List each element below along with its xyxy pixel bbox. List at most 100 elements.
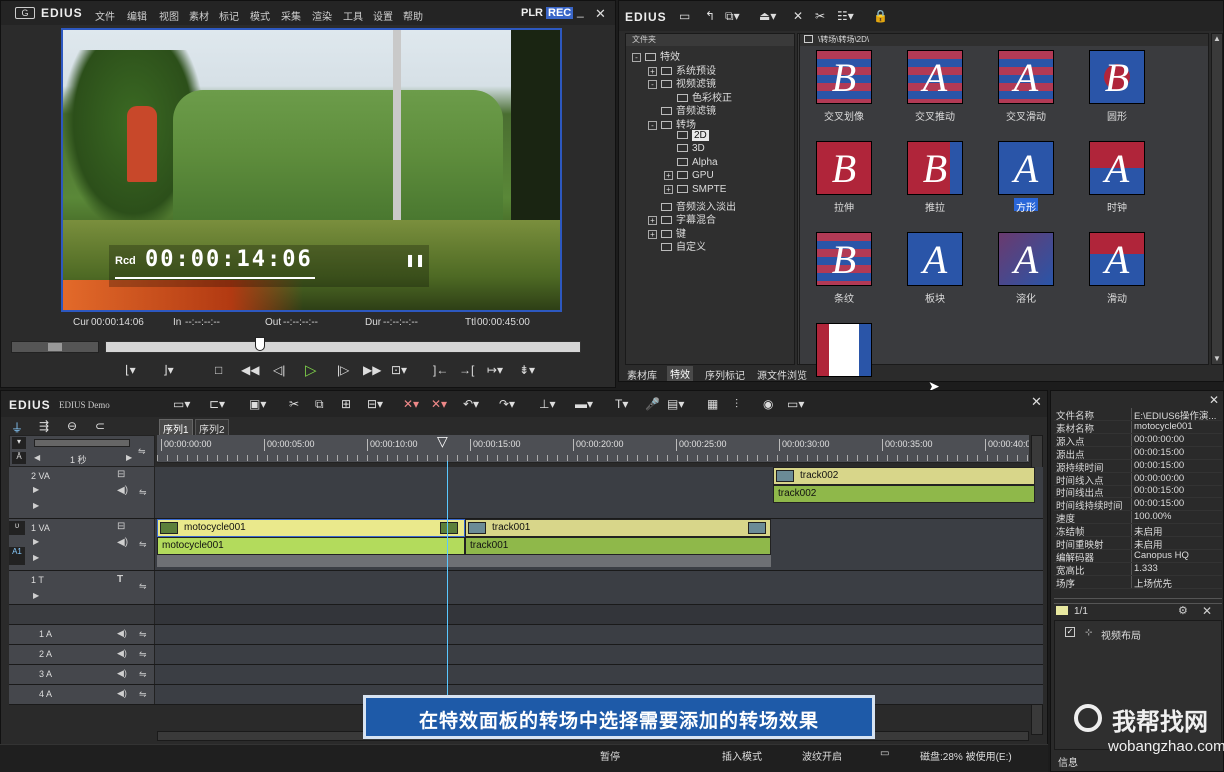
insert-to-timeline-icon[interactable]: ]← [433,363,448,377]
mixer-icon[interactable]: ▬▾ [575,397,593,411]
stop-icon[interactable]: □ [215,363,222,377]
loop-icon[interactable]: ⊡▾ [391,363,407,377]
tree-expander-icon[interactable]: - [648,80,657,90]
ripple-delete-icon[interactable]: ✕▾ [431,397,447,411]
effect-thumbnail-0[interactable]: B [816,50,872,104]
track-1va-video-icon[interactable]: ⊟ [117,521,125,532]
track-1a-header[interactable]: 1 A ◀) ⇋ [9,625,155,644]
scrub-handle[interactable] [255,337,266,351]
clip-track002-video[interactable]: track002 [773,467,1035,485]
track-3a-link-icon[interactable]: ⇋ [139,669,147,680]
clip-motocycle001-video[interactable]: motocycle001 [157,519,465,537]
effect-label-3[interactable]: 圆形 [1072,108,1162,123]
effect-label-8[interactable]: 条纹 [799,290,889,305]
effect-label-2[interactable]: 交叉滑动 [981,108,1071,123]
zoom-slider[interactable] [34,439,130,447]
effect-thumbnail-6[interactable]: A [998,141,1054,195]
status-monitor-icon[interactable]: ▭ [880,748,889,759]
rec-button[interactable]: REC [546,7,574,19]
redo-icon[interactable]: ↷▾ [499,397,515,411]
playhead-marker-icon[interactable]: ▽ [437,435,448,450]
view-mode-icon[interactable]: ☷▾ [837,9,854,23]
sync-lock-icon[interactable]: ⏚ [11,419,23,436]
track-1t-link-icon[interactable]: ⇋ [139,581,147,592]
apply-icon[interactable]: ⏏▾ [759,9,776,23]
tree-expander-icon[interactable]: + [664,185,673,194]
track-2va-video-icon[interactable]: ⊟ [117,469,125,480]
ruler-mode-icon[interactable]: ⇋ [138,446,146,457]
save-icon[interactable]: ▣▾ [249,397,266,411]
record-icon[interactable]: ◉ [763,397,773,411]
jog-slider[interactable] [11,341,99,353]
track-1va-link-icon[interactable]: ⇋ [139,539,147,550]
tab-bin[interactable]: 素材库 [627,367,657,382]
clip-track002-audio[interactable]: track002 [773,485,1035,503]
menu-item-tools[interactable]: 工具 [343,8,363,23]
tab-effects[interactable]: 特效 [667,366,693,381]
track-2va-audio-icon[interactable]: ◀) [117,485,128,496]
effect-thumbnail-3[interactable]: B [1089,50,1145,104]
track-1va-sync-icon[interactable]: υ [9,521,25,535]
group-icon[interactable]: ⊖ [67,419,77,433]
replace-icon[interactable]: ⊟▾ [367,397,383,411]
clip-track001-audio[interactable]: track001 [465,537,771,555]
effect-thumbnail-9[interactable]: A [907,232,963,286]
status-insert-mode[interactable]: 插入模式 [722,748,762,763]
set-out-icon[interactable]: ⌋▾ [163,363,174,377]
up-folder-icon[interactable]: ↰ [705,9,715,23]
new-sequence-icon[interactable]: ▭▾ [173,397,190,411]
play-icon[interactable]: ▷ [305,361,317,379]
status-ripple[interactable]: 波纹开启 [802,748,842,763]
step-forward-icon[interactable]: |▷ [337,363,349,377]
timeline-close-icon[interactable]: ✕ [1031,394,1042,410]
track-2a-header[interactable]: 2 A ◀) ⇋ [9,645,155,664]
lock-icon[interactable]: 🔒 [873,9,888,23]
track-4a-link-icon[interactable]: ⇋ [139,689,147,700]
timeline-ruler[interactable]: 00:00:00:00 00:00:05:00 00:00:10:00 00:00:1… [157,435,1029,463]
set-in-icon[interactable]: ⌊▾ [125,363,136,377]
track-2va-header[interactable]: 2 VA ⊟ ▶ ◀) ▶ ⇋ [9,467,155,518]
track-3a-audio-icon[interactable]: ◀) [117,668,127,679]
effect-label-1[interactable]: 交叉推动 [890,108,980,123]
track-2va-expand2-icon[interactable]: ▶ [33,501,39,510]
track-4a-header[interactable]: 4 A ◀) ⇋ [9,685,155,704]
fast-forward-icon[interactable]: ▶▶ [363,363,381,377]
menu-item-render[interactable]: 渲染 [312,8,332,23]
clip-motocycle001-audio[interactable]: motocycle001 [157,537,465,555]
effect-thumbnail-11[interactable]: A [1089,232,1145,286]
delete-clip-icon[interactable]: ✕▾ [403,397,419,411]
tree-item-8[interactable]: Alpha [664,157,718,168]
scrub-bar[interactable] [105,337,581,353]
scale-left-icon[interactable]: ◀ [34,453,40,462]
track-2a-link-icon[interactable]: ⇋ [139,649,147,660]
overwrite-icon[interactable]: →[ [459,363,474,377]
effect-label-0[interactable]: 交叉划像 [799,108,889,123]
effect-label-9[interactable]: 板块 [890,290,980,305]
jog-handle[interactable] [48,343,62,351]
tree-expander-icon[interactable]: - [648,121,657,130]
effect-checkbox[interactable]: ✓ [1065,627,1075,637]
render-icon[interactable]: ▤▾ [667,397,684,411]
effect-label-7[interactable]: 时钟 [1072,199,1162,214]
open-project-icon[interactable]: ⊏▾ [209,397,225,411]
properties-icon[interactable]: ✂ [815,9,825,23]
effect-thumbnail-2[interactable]: A [998,50,1054,104]
new-folder-icon[interactable]: ⧉▾ [725,9,740,24]
effect-thumbnail-10[interactable]: A [998,232,1054,286]
track-2va-expand-icon[interactable]: ▶ [33,485,39,494]
grid-scrollbar[interactable]: ▲ ▼ [1211,33,1223,365]
folder-view-icon[interactable]: ▭ [679,9,690,23]
track-1va-audio-icon[interactable]: ◀) [117,537,128,548]
menu-item-edit[interactable]: 编辑 [127,8,147,23]
effect-label-11[interactable]: 滑动 [1072,290,1162,305]
paste-icon[interactable]: ⊞ [341,397,351,411]
scroll-up-icon[interactable]: ▲ [1213,34,1221,43]
effect-delete-icon[interactable]: ✕ [1202,604,1212,618]
effect-label-4[interactable]: 拉伸 [799,199,889,214]
clip-track001-video[interactable]: track001 [465,519,771,537]
tab-sequence-marker[interactable]: 序列标记 [705,367,745,382]
effect-label-10[interactable]: 溶化 [981,290,1071,305]
grid-icon[interactable]: ▦ [707,397,718,411]
track-1t-title-icon[interactable]: T [117,574,123,585]
tree-expander-icon[interactable]: - [632,53,641,62]
